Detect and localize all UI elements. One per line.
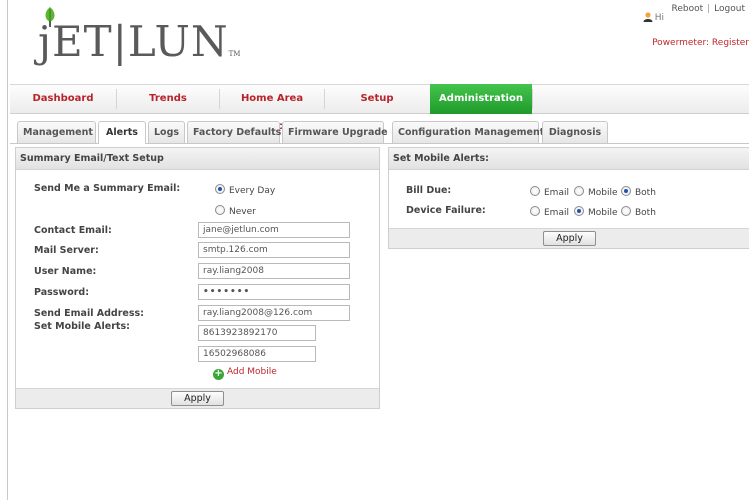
main-nav: Dashboard Trends Home Area Network Setup… — [10, 84, 749, 132]
add-mobile-link[interactable]: + Add Mobile — [213, 367, 277, 380]
mobile-alerts-apply-button[interactable]: Apply — [543, 231, 596, 246]
never-radio[interactable] — [215, 205, 225, 215]
device-failure-email-option[interactable]: Email — [530, 206, 569, 218]
mobile-number-field-1[interactable]: 8613923892170 — [198, 325, 316, 341]
bill-due-label: Bill Due: — [406, 185, 452, 196]
set-mobile-alerts-label: Set Mobile Alerts: — [34, 321, 130, 332]
summary-panel-footer: Apply — [16, 388, 379, 408]
device-failure-mobile-option[interactable]: Mobile — [574, 206, 618, 218]
tab-firmware-upgrade[interactable]: Firmware Upgrade — [282, 121, 388, 143]
device-failure-both-radio[interactable] — [621, 206, 631, 216]
trademark: TM — [228, 50, 241, 58]
summary-email-panel: Summary Email/Text Setup Send Me a Summa… — [15, 147, 380, 409]
tab-logs[interactable]: Logs — [148, 121, 185, 143]
send-email-address-label: Send Email Address: — [34, 308, 144, 319]
user-greeting: Hi — [643, 12, 664, 23]
password-field[interactable]: ••••••• — [198, 284, 350, 300]
nav-home-area-network[interactable]: Home Area Network — [220, 85, 324, 132]
nav-administration[interactable]: Administration — [430, 84, 532, 114]
tab-factory-defaults[interactable]: Factory Defaults — [187, 121, 281, 143]
link-separator: | — [707, 4, 711, 14]
bill-due-mobile-radio[interactable] — [574, 186, 584, 196]
nav-trends[interactable]: Trends — [117, 85, 219, 113]
contact-email-field[interactable]: jane@jetlun.com — [198, 222, 350, 238]
mobile-alerts-panel: Set Mobile Alerts: Bill Due: Email Mobil… — [388, 147, 749, 249]
password-label: Password: — [34, 287, 90, 298]
contact-email-label: Contact Email: — [34, 225, 112, 236]
send-email-address-field[interactable]: ray.liang2008@126.com — [198, 305, 350, 321]
mobile-alerts-title: Set Mobile Alerts: — [389, 148, 749, 170]
never-option[interactable]: Never — [215, 205, 256, 217]
mobile-alerts-footer: Apply — [389, 228, 749, 248]
mobile-number-field-2[interactable]: 16502968086 — [198, 346, 316, 362]
mail-server-field[interactable]: smtp.126.com — [198, 242, 350, 258]
device-failure-both-option[interactable]: Both — [621, 206, 656, 218]
logo-text: jET|LUNTM — [38, 17, 241, 66]
every-day-radio[interactable] — [215, 184, 225, 194]
bill-due-email-option[interactable]: Email — [530, 186, 569, 198]
nav-setup[interactable]: Setup — [325, 85, 429, 113]
app-frame: jET|LUNTM Reboot | Logout Hi Powermeter: R… — [7, 0, 749, 500]
every-day-option[interactable]: Every Day — [215, 184, 275, 196]
bill-due-mobile-option[interactable]: Mobile — [574, 186, 618, 198]
bill-due-email-radio[interactable] — [530, 186, 540, 196]
tab-diagnosis[interactable]: Diagnosis — [542, 121, 608, 143]
device-failure-email-radio[interactable] — [530, 206, 540, 216]
nav-dashboard[interactable]: Dashboard — [10, 85, 116, 113]
tab-management[interactable]: Management — [17, 121, 96, 143]
user-icon — [643, 12, 653, 22]
reboot-link[interactable]: Reboot — [671, 4, 703, 14]
powermeter-register-link[interactable]: Powermeter: Register — [652, 38, 749, 48]
user-name-label: User Name: — [34, 266, 97, 277]
mail-server-label: Mail Server: — [34, 245, 99, 256]
device-failure-label: Device Failure: — [406, 205, 486, 216]
summary-apply-button[interactable]: Apply — [171, 391, 224, 406]
tab-alerts[interactable]: Alerts — [98, 121, 146, 144]
logout-link[interactable]: Logout — [714, 4, 745, 14]
bill-due-both-option[interactable]: Both — [621, 186, 656, 198]
user-name-field[interactable]: ray.liang2008 — [198, 263, 350, 279]
device-failure-mobile-radio[interactable] — [574, 206, 584, 216]
summary-panel-title: Summary Email/Text Setup — [16, 148, 379, 170]
tab-configuration-management[interactable]: Configuration Management — [392, 121, 544, 143]
add-icon: + — [213, 368, 224, 380]
send-summary-label: Send Me a Summary Email: — [34, 183, 181, 194]
bill-due-both-radio[interactable] — [621, 186, 631, 196]
nav-divider — [532, 89, 533, 109]
top-links: Reboot | Logout — [671, 3, 745, 15]
